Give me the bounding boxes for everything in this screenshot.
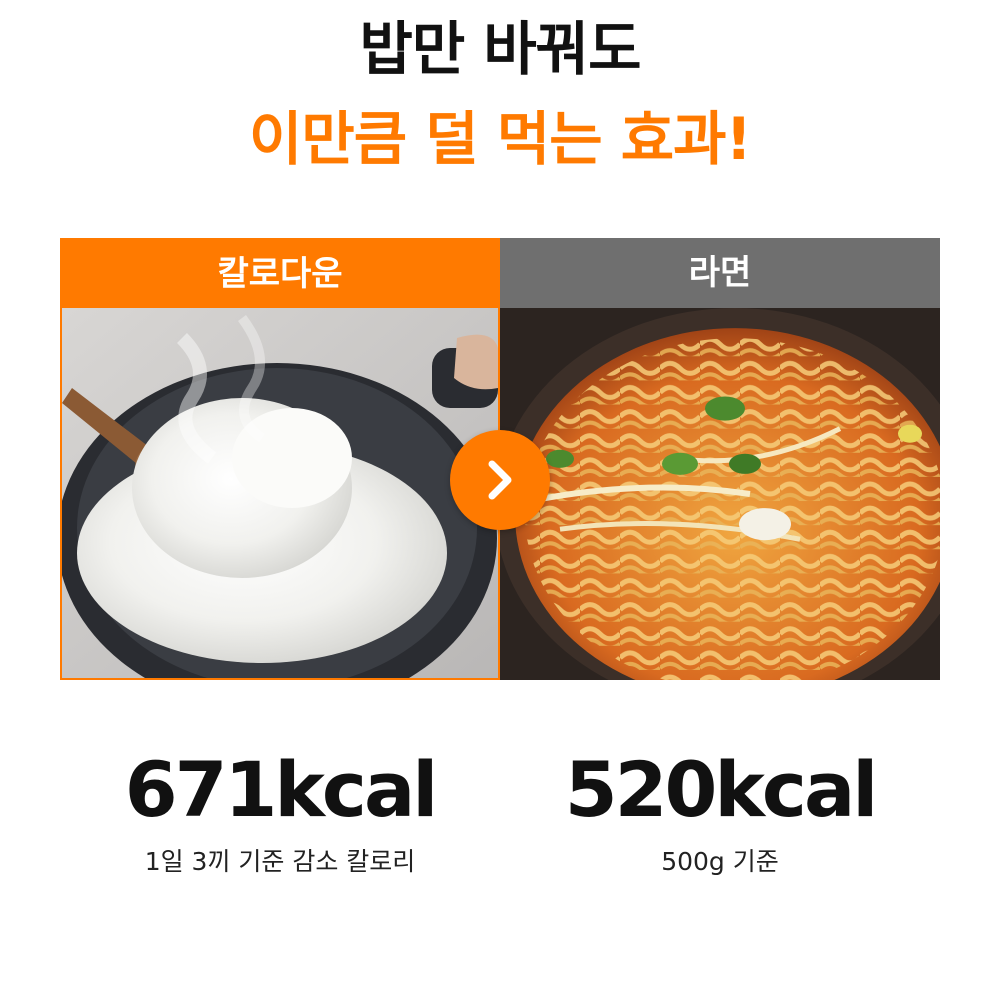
chevron-right-icon [488,460,512,500]
ramen-kcal-value: 520kcal [564,745,879,834]
comparison-card-calodown: 칼로다운 [60,238,500,680]
card-header-ramen: 라면 [500,238,940,308]
card-header-calodown: 칼로다운 [62,240,498,308]
ramen-kcal-caption: 500g 기준 [661,847,779,876]
headline-line2: 이만큼 덜 먹는 효과! [249,105,752,173]
comparison-card-ramen: 라면 [500,238,940,680]
calodown-kcal-value: 671kcal [124,745,439,834]
headline-line1: 밥만 바꿔도 [359,15,642,83]
rice-in-pot-photo [62,308,498,678]
next-arrow-button [450,430,550,530]
ramen-photo [500,308,940,680]
calodown-kcal-caption: 1일 3끼 기준 감소 칼로리 [144,847,416,876]
